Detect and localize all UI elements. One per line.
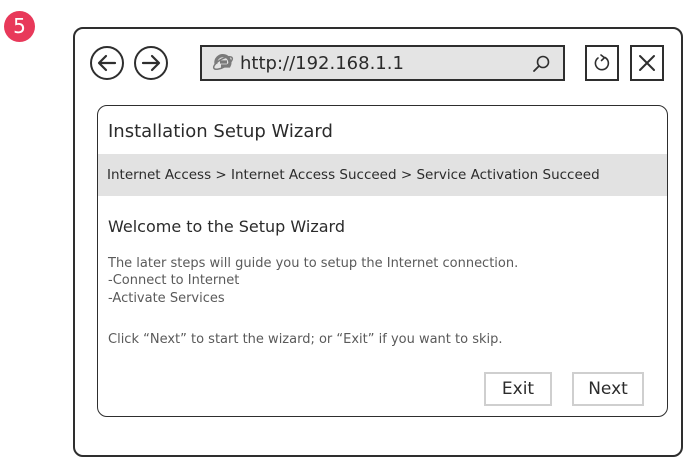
search-icon[interactable] xyxy=(531,54,551,74)
exit-button[interactable]: Exit xyxy=(484,372,552,406)
refresh-button[interactable] xyxy=(585,45,619,81)
back-arrow-icon xyxy=(97,54,117,72)
setup-wizard-dialog: Installation Setup Wizard Internet Acces… xyxy=(97,105,668,417)
step-item-connect: -Connect to Internet xyxy=(108,273,240,288)
welcome-heading: Welcome to the Setup Wizard xyxy=(108,217,345,236)
wizard-title: Installation Setup Wizard xyxy=(108,121,333,142)
close-button[interactable] xyxy=(630,45,664,81)
breadcrumb-text: Internet Access > Internet Access Succee… xyxy=(107,167,600,183)
internet-explorer-icon xyxy=(212,52,234,74)
url-text: http://192.168.1.1 xyxy=(240,52,404,74)
step-item-activate: -Activate Services xyxy=(108,291,225,306)
breadcrumb: Internet Access > Internet Access Succee… xyxy=(98,154,667,196)
instruction-text: Click “Next” to start the wizard; or “Ex… xyxy=(108,332,503,347)
forward-button[interactable] xyxy=(134,46,168,80)
next-button[interactable]: Next xyxy=(572,372,644,406)
step-number-badge: 5 xyxy=(4,11,35,42)
refresh-icon xyxy=(594,54,610,71)
back-button[interactable] xyxy=(90,46,124,80)
intro-text: The later steps will guide you to setup … xyxy=(108,256,519,271)
close-icon xyxy=(639,55,655,71)
forward-arrow-icon xyxy=(141,54,161,72)
browser-window: http://192.168.1.1 Installation Setup Wi… xyxy=(73,27,683,457)
address-bar[interactable]: http://192.168.1.1 xyxy=(200,45,565,81)
